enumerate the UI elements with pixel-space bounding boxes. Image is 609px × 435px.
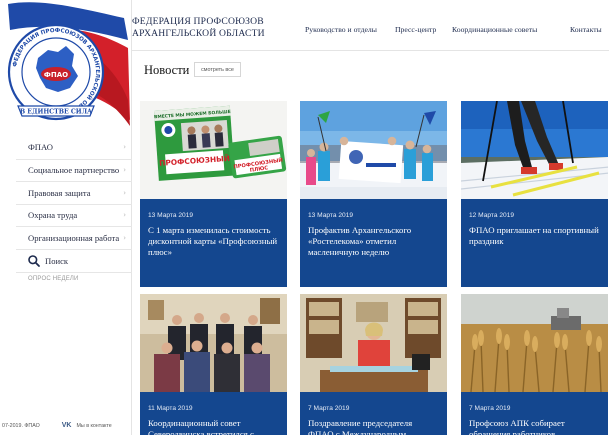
logo-banner-text: В ЕДИНСТВЕ СИЛА <box>20 109 92 116</box>
sidebar-item-label: ФПАО <box>28 142 53 153</box>
news-title: Профактив Архангельского «Ростелекома» о… <box>308 225 412 258</box>
news-card-info: 12 Марта 2019 ФПАО приглашает на спортив… <box>461 199 608 287</box>
logo-center-text: ФПАО <box>44 71 68 79</box>
news-card-info: 13 Марта 2019 Профактив Архангельского «… <box>300 199 447 287</box>
sidebar-item-social-partnership[interactable]: Социальное партнерство › <box>16 158 132 182</box>
news-card-image <box>461 294 608 392</box>
sidebar-item-label: Организационная работа <box>28 232 120 243</box>
news-card-info: 13 Марта 2019 С 1 марта изменилась стоим… <box>140 199 287 287</box>
news-card-info: 7 Марта 2019 Профсоюз АПК собирает обращ… <box>461 392 608 435</box>
news-card-info: 7 Марта 2019 Поздравление председателя Ф… <box>300 392 447 435</box>
sidebar-item-organizational-work[interactable]: Организационная работа › <box>16 226 132 249</box>
news-card[interactable]: 13 Марта 2019 Профактив Архангельского «… <box>300 101 447 287</box>
nav-management[interactable]: Руководство и отделы <box>305 25 377 34</box>
nav-press-center[interactable]: Пресс-центр <box>395 25 436 34</box>
news-title: Поздравление председателя ФПАО с Междуна… <box>308 418 413 435</box>
chevron-right-icon: › <box>123 233 126 242</box>
sidebar-nav: ФПАО › Социальное партнерство › Правовая… <box>16 136 132 273</box>
org-name-line2: АРХАНГЕЛЬСКОЙ ОБЛАСТИ <box>132 27 265 39</box>
news-card-image: ВМЕСТЕ МЫ МОЖЕМ БОЛЬШЕ ПРОФСОЮЗНЫЙ ПРОФС… <box>140 101 287 199</box>
footer-copyright: 07-2019. ФПАО <box>2 422 40 429</box>
search-label: Поиск <box>45 255 69 266</box>
nav-contacts[interactable]: Контакты <box>570 25 602 34</box>
search-icon <box>28 254 40 267</box>
sidebar-footer: 07-2019. ФПАО VK Мы в контакте <box>0 422 132 429</box>
chevron-right-icon: › <box>123 188 126 197</box>
vk-link-label: Мы в контакте <box>76 422 112 429</box>
sidebar-search[interactable]: Поиск <box>16 248 132 273</box>
sidebar-item-legal-protection[interactable]: Правовая защита › <box>16 181 132 204</box>
news-card-image <box>300 294 447 392</box>
news-title: Координационный совет Северодвинска встр… <box>148 418 254 435</box>
news-date: 11 Марта 2019 <box>148 405 193 412</box>
news-card[interactable]: 12 Марта 2019 ФПАО приглашает на спортив… <box>461 101 609 287</box>
chevron-right-icon: › <box>123 143 126 152</box>
news-card[interactable]: 7 Марта 2019 Поздравление председателя Ф… <box>300 294 447 435</box>
news-title: С 1 марта изменилась стоимость дисконтно… <box>148 225 278 258</box>
news-date: 13 Марта 2019 <box>308 212 354 219</box>
site-header: ФЕДЕРАЦИЯ ПРОФСОЮЗОВ АРХАНГЕЛЬСКОЙ ОБЛАС… <box>132 0 609 51</box>
sidebar: ФЕДЕРАЦИЯ ПРОФСОЮЗОВ АРХАНГЕЛЬСКОЙ ОБЛАС… <box>0 0 132 435</box>
chevron-right-icon: › <box>123 211 126 220</box>
news-card-image <box>300 101 447 199</box>
org-name-line1: ФЕДЕРАЦИЯ ПРОФСОЮЗОВ <box>132 16 264 27</box>
org-name-link[interactable]: ФЕДЕРАЦИЯ ПРОФСОЮЗОВ АРХАНГЕЛЬСКОЙ ОБЛАС… <box>132 16 265 39</box>
sidebar-item-label: Охрана труда <box>28 210 78 221</box>
vk-icon: VK <box>61 422 72 429</box>
sidebar-item-label: Правовая защита <box>28 187 91 198</box>
sidebar-item-labor-safety[interactable]: Охрана труда › <box>16 203 132 227</box>
news-card[interactable]: 11 Марта 2019 Координационный совет Севе… <box>140 294 287 435</box>
nav-coordination-councils[interactable]: Координационные советы <box>452 25 537 34</box>
see-all-button[interactable]: смотреть все <box>194 62 241 77</box>
fpao-logo[interactable]: ФЕДЕРАЦИЯ ПРОФСОЮЗОВ АРХАНГЕЛЬСКОЙ ОБЛАС… <box>0 0 132 132</box>
news-card[interactable]: 7 Марта 2019 Профсоюз АПК собирает обращ… <box>461 294 609 435</box>
vk-link[interactable]: VK Мы в контакте <box>62 422 112 429</box>
poll-of-week-link[interactable]: ОПРОС НЕДЕЛИ <box>28 276 79 282</box>
news-date: 13 Марта 2019 <box>148 212 194 219</box>
news-date: 7 Марта 2019 <box>308 405 350 412</box>
news-card-info: 11 Марта 2019 Координационный совет Севе… <box>140 392 287 435</box>
sidebar-item-fpao[interactable]: ФПАО › <box>16 136 132 159</box>
news-card[interactable]: ВМЕСТЕ МЫ МОЖЕМ БОЛЬШЕ ПРОФСОЮЗНЫЙ ПРОФС… <box>140 101 287 287</box>
news-title: Профсоюз АПК собирает обращения работник… <box>469 418 565 435</box>
chevron-right-icon: › <box>123 166 126 175</box>
news-title: ФПАО приглашает на спортивный праздник <box>469 225 599 247</box>
news-card-image <box>461 101 608 199</box>
news-date: 12 Марта 2019 <box>469 212 515 219</box>
news-card-image <box>140 294 287 392</box>
sidebar-item-label: Социальное партнерство <box>28 165 120 176</box>
news-date: 7 Марта 2019 <box>469 405 511 412</box>
news-section-title: Новости <box>144 63 190 77</box>
